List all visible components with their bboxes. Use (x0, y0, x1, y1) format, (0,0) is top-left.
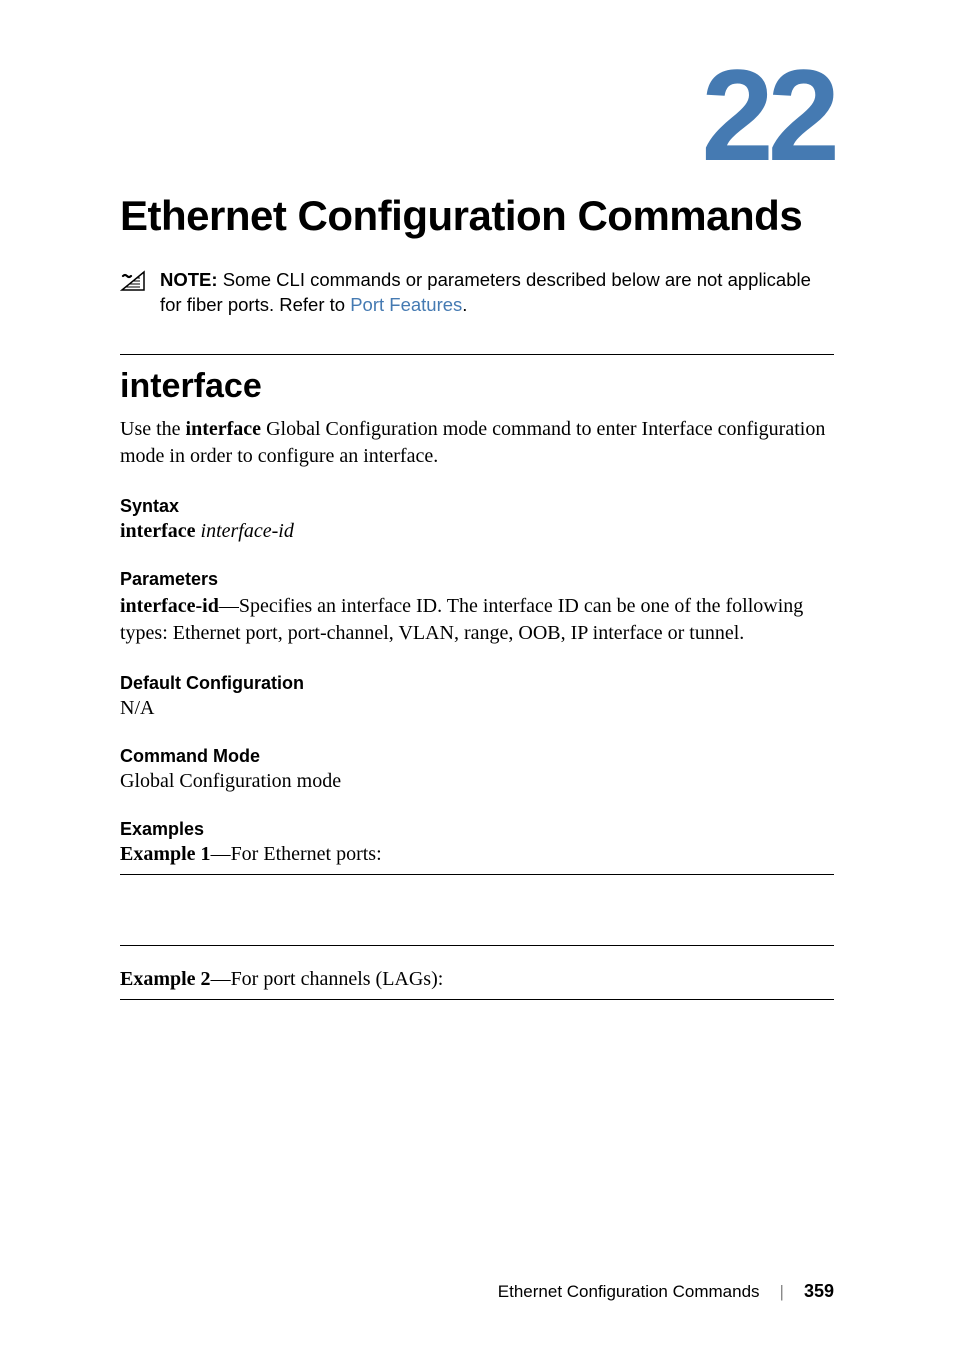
default-config-heading: Default Configuration (120, 673, 834, 694)
example-1-num: Example 1 (120, 843, 211, 865)
note-icon (120, 270, 146, 292)
examples-heading: Examples (120, 819, 834, 840)
footer-separator: | (780, 1282, 784, 1302)
example-2-label: Example 2—For port channels (LAGs): (120, 968, 834, 991)
port-features-link[interactable]: Port Features (350, 294, 462, 315)
example-1-rule-bottom (120, 945, 834, 946)
section-title-interface: interface (120, 367, 834, 406)
footer-page-number: 359 (804, 1281, 834, 1302)
footer-chapter: Ethernet Configuration Commands (498, 1282, 760, 1302)
example-2-desc: —For port channels (LAGs): (211, 968, 444, 990)
example-1-label: Example 1—For Ethernet ports: (120, 843, 834, 866)
example-1-desc: —For Ethernet ports: (211, 843, 382, 865)
example-1-rule-top (120, 874, 834, 875)
syntax-arg: interface-id (201, 520, 294, 542)
example-2-rule-top (120, 999, 834, 1000)
intro-part1: Use the (120, 418, 186, 440)
note-label: NOTE: (160, 269, 218, 290)
note-text: NOTE: Some CLI commands or parameters de… (160, 268, 834, 318)
syntax-command: interface (120, 520, 196, 542)
syntax-heading: Syntax (120, 496, 834, 517)
note-body-after: . (462, 294, 467, 315)
default-config-value: N/A (120, 697, 834, 720)
page-footer: Ethernet Configuration Commands | 359 (498, 1281, 834, 1302)
section-rule (120, 354, 834, 361)
param-desc: —Specifies an interface ID. The interfac… (120, 595, 803, 644)
example-2-num: Example 2 (120, 968, 211, 990)
section-intro: Use the interface Global Configuration m… (120, 416, 834, 470)
command-mode-heading: Command Mode (120, 746, 834, 767)
chapter-title: Ethernet Configuration Commands (120, 192, 834, 240)
chapter-number: 22 (120, 50, 834, 180)
command-mode-value: Global Configuration mode (120, 770, 834, 793)
note-block: NOTE: Some CLI commands or parameters de… (120, 268, 834, 318)
syntax-line: interface interface-id (120, 520, 834, 543)
parameters-heading: Parameters (120, 569, 834, 590)
parameters-text: interface-id—Specifies an interface ID. … (120, 593, 834, 647)
note-body-before: Some CLI commands or parameters describe… (160, 269, 811, 315)
param-name: interface-id (120, 595, 219, 617)
intro-bold: interface (186, 418, 262, 440)
